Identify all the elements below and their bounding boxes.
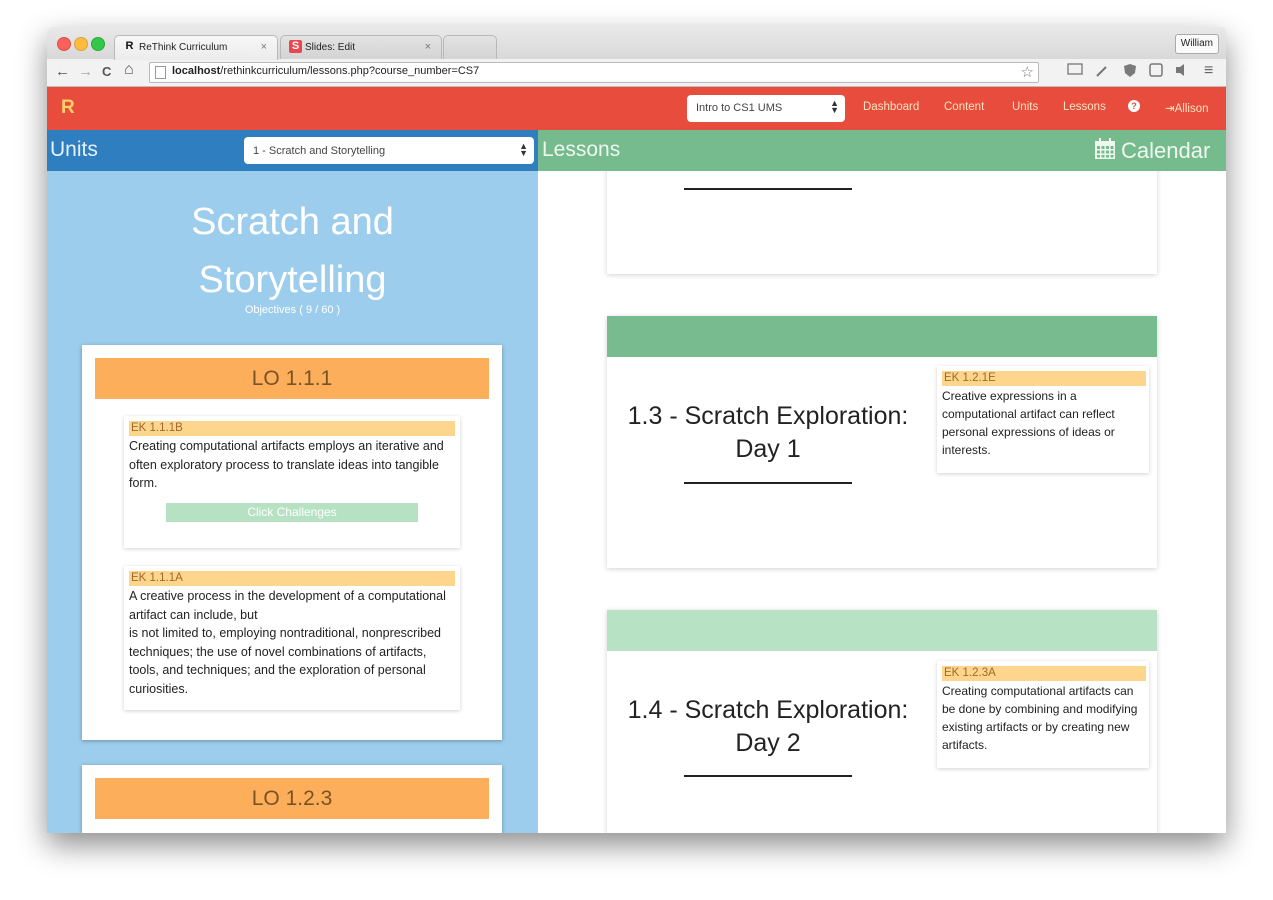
ek-text: Creative expressions in a computational …: [942, 389, 1115, 457]
lesson-card[interactable]: 1.4 - Scratch Exploration: Day 2 EK 1.2.…: [607, 610, 1157, 833]
essential-knowledge-card: EK 1.2.3A Creating computational artifac…: [937, 661, 1149, 768]
unit-select[interactable]: 1 - Scratch and Storytelling ▲ ▼: [244, 137, 534, 164]
lesson-card[interactable]: 1.3 - Scratch Exploration: Day 1 EK 1.2.…: [607, 316, 1157, 568]
forward-icon[interactable]: →: [78, 63, 93, 80]
lessons-panel: 1.3 - Scratch Exploration: Day 1 EK 1.2.…: [538, 171, 1226, 833]
shield-icon[interactable]: [1123, 63, 1137, 81]
extension-icon[interactable]: [1149, 63, 1163, 80]
lesson-card[interactable]: [607, 171, 1157, 274]
lessons-header: Lessons Calendar: [538, 130, 1226, 171]
tab-close-icon[interactable]: ×: [425, 41, 431, 53]
url-text: localhost/rethinkcurriculum/lessons.php?…: [172, 65, 480, 77]
new-tab-button[interactable]: [443, 35, 497, 60]
help-icon[interactable]: ?: [1128, 100, 1140, 112]
lesson-title: 1.4 - Scratch Exploration: Day 2: [627, 696, 909, 757]
lo-title[interactable]: LO 1.1.1: [95, 358, 489, 399]
essential-knowledge-card: EK 1.1.1A A creative process in the deve…: [124, 566, 460, 710]
lesson-color-band: [607, 610, 1157, 651]
lesson-color-band: [607, 316, 1157, 357]
logout-icon: ⇥: [1165, 103, 1175, 115]
essential-knowledge-card: EK 1.2.1E Creative expressions in a comp…: [937, 366, 1149, 473]
slides-favicon-icon: S: [289, 40, 302, 53]
title-divider: [684, 482, 852, 484]
ek-tag: EK 1.2.1E: [942, 371, 1146, 386]
select-arrows-icon: ▲ ▼: [519, 141, 528, 158]
bookmark-star-icon[interactable]: ☆: [1021, 63, 1034, 81]
learning-objective-card: LO 1.1.1 EK 1.1.1B Creating computationa…: [82, 345, 502, 740]
units-title: Units: [50, 138, 98, 161]
ek-text: A creative process in the development of…: [129, 589, 446, 696]
app-navbar: R Intro to CS1 UMS ▲ ▼ Dashboard Content …: [47, 87, 1226, 130]
page-viewport: R Intro to CS1 UMS ▲ ▼ Dashboard Content …: [47, 87, 1226, 833]
page-icon: [155, 66, 166, 79]
title-divider: [684, 188, 852, 190]
nav-units[interactable]: Units: [1012, 101, 1038, 113]
title-divider: [684, 775, 852, 777]
cast-icon[interactable]: [1067, 63, 1083, 78]
browser-window: R ReThink Curriculum × S Slides: Edit × …: [47, 27, 1226, 833]
nav-user[interactable]: ⇥Allison: [1165, 101, 1209, 115]
address-bar[interactable]: localhost/rethinkcurriculum/lessons.php?…: [149, 62, 1039, 83]
back-icon[interactable]: ←: [55, 63, 70, 80]
ek-tag: EK 1.1.1A: [129, 571, 455, 586]
ek-tag: EK 1.1.1B: [129, 421, 455, 436]
menu-icon[interactable]: ≡: [1204, 62, 1213, 80]
unit-title: Scratch and Storytelling: [191, 201, 394, 301]
zoom-window-button[interactable]: [91, 37, 105, 51]
lesson-title: 1.3 - Scratch Exploration: Day 1: [627, 402, 909, 463]
units-panel: Scratch and Storytelling Objectives ( 9 …: [47, 171, 538, 833]
rethink-favicon-icon: R: [125, 40, 134, 52]
close-window-button[interactable]: [57, 37, 71, 51]
course-select[interactable]: Intro to CS1 UMS ▲ ▼: [687, 95, 845, 122]
eyedropper-icon[interactable]: [1094, 63, 1110, 82]
audio-extension-icon[interactable]: [1174, 63, 1190, 80]
minimize-window-button[interactable]: [74, 37, 88, 51]
ek-text: Creating computational artifacts can be …: [942, 684, 1138, 752]
tab-slides-edit[interactable]: S Slides: Edit ×: [280, 35, 442, 60]
profile-button[interactable]: William: [1174, 34, 1219, 54]
brand-logo[interactable]: R: [61, 97, 75, 119]
tab-title: Slides: Edit: [305, 42, 356, 53]
ek-tag: EK 1.2.3A: [942, 666, 1146, 681]
select-arrows-icon: ▲ ▼: [830, 98, 839, 115]
nav-lessons[interactable]: Lessons: [1063, 101, 1106, 113]
nav-content[interactable]: Content: [944, 101, 984, 113]
lessons-title: Lessons: [542, 138, 621, 161]
objectives-count: Objectives ( 9 / 60 ): [244, 304, 341, 316]
learning-objective-card: LO 1.2.3: [82, 765, 502, 833]
tab-title: ReThink Curriculum: [139, 42, 228, 53]
home-icon[interactable]: ⌂: [124, 61, 134, 79]
tab-rethink-curriculum[interactable]: R ReThink Curriculum ×: [114, 35, 278, 60]
calendar-link[interactable]: Calendar: [1121, 138, 1210, 164]
tab-strip: R ReThink Curriculum × S Slides: Edit × …: [47, 27, 1226, 60]
tab-close-icon[interactable]: ×: [261, 41, 267, 53]
units-header: Units 1 - Scratch and Storytelling ▲ ▼: [47, 130, 538, 171]
lo-title[interactable]: LO 1.2.3: [95, 778, 489, 819]
reload-icon[interactable]: C: [102, 64, 111, 79]
calendar-icon[interactable]: [1095, 138, 1115, 159]
ek-text: Creating computational artifacts employs…: [129, 439, 444, 490]
click-challenges-button[interactable]: Click Challenges: [166, 503, 418, 522]
nav-dashboard[interactable]: Dashboard: [863, 101, 919, 113]
essential-knowledge-card: EK 1.1.1B Creating computational artifac…: [124, 416, 460, 548]
browser-toolbar: ← → C ⌂ localhost/rethinkcurriculum/less…: [47, 59, 1226, 87]
